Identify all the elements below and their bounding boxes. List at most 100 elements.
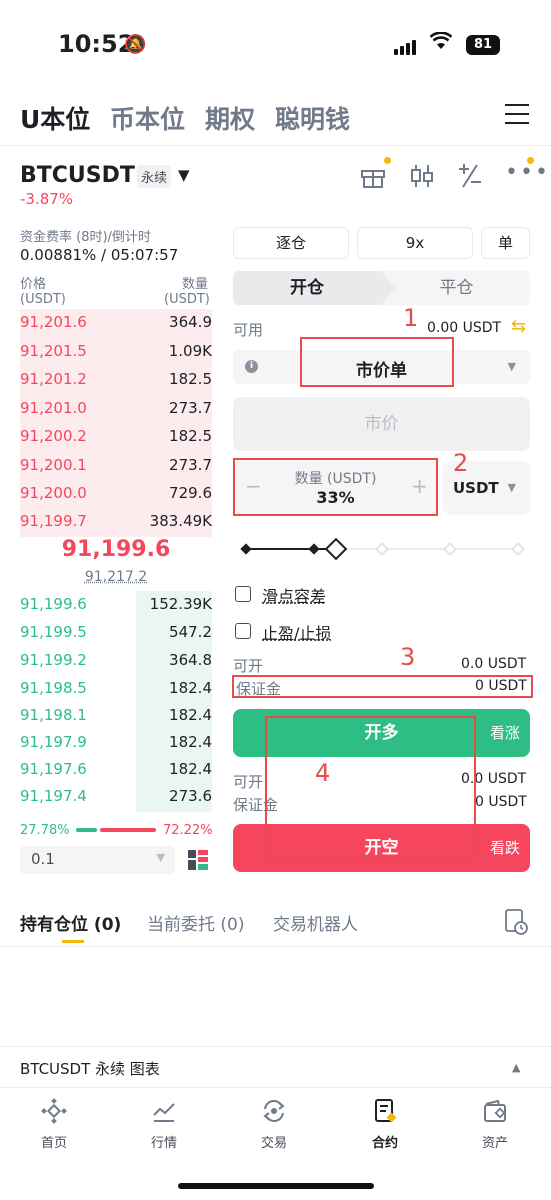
divider (0, 1087, 551, 1088)
depth-value: 0.1 (31, 850, 55, 868)
bell-muted-icon: 🔕 (124, 34, 147, 55)
tab-positions[interactable]: 持有仓位 (0) (20, 910, 121, 935)
ask-price: 91,200.2 (20, 427, 87, 445)
tab-coin-m[interactable]: 币本位 (110, 100, 185, 136)
calculator-icon[interactable] (457, 161, 483, 195)
short-margin-value: 0 USDT (475, 794, 527, 810)
tab-open[interactable]: 开仓 (233, 271, 381, 305)
tab-usdt-m[interactable]: U本位 (20, 100, 90, 136)
annotation-number-2: 2 (453, 449, 469, 477)
candlestick-icon[interactable] (410, 163, 434, 195)
price-change: -3.87% (20, 190, 74, 208)
funding-label: 资金费率 (8时)/倒计时 (20, 230, 151, 245)
tab-options[interactable]: 期权 (205, 100, 255, 136)
futures-icon (345, 1098, 425, 1128)
bid-price: 91,198.1 (20, 706, 87, 724)
ask-qty: 182.5 (169, 370, 212, 388)
bid-qty: 273.6 (169, 787, 212, 805)
nav-assets-label: 资产 (481, 1136, 508, 1151)
divider (0, 145, 551, 146)
tab-smart-money[interactable]: 聪明钱 (275, 100, 350, 136)
more-icon[interactable]: ••• (505, 160, 550, 185)
bid-price: 91,197.6 (20, 760, 87, 778)
ask-qty: 364.9 (169, 313, 212, 331)
ask-qty: 182.5 (169, 427, 212, 445)
gift-icon[interactable] (360, 163, 386, 195)
qty-unit: (USDT) (164, 292, 210, 307)
annotation-box-1 (300, 337, 454, 387)
chart-icon (124, 1098, 204, 1128)
caret-down-icon[interactable]: ▼ (178, 166, 190, 184)
chevron-down-icon: ▼ (156, 851, 165, 864)
ask-price: 91,201.2 (20, 370, 87, 388)
bid-price: 91,199.2 (20, 651, 87, 669)
ask-price: 91,201.0 (20, 399, 87, 417)
ask-price: 91,200.0 (20, 484, 87, 502)
notification-dot (527, 157, 534, 164)
chart-bar-label[interactable]: BTCUSDT 永续 图表 (20, 1058, 160, 1079)
bid-qty: 182.4 (169, 733, 212, 751)
annotation-box-3 (232, 675, 533, 698)
nav-home-label: 首页 (40, 1136, 67, 1151)
battery-icon: 81 (466, 35, 500, 55)
nav-trade[interactable]: 交易 (234, 1098, 314, 1151)
tab-open-orders[interactable]: 当前委托 (0) (147, 910, 244, 935)
short-max-open-label: 可开 (233, 773, 264, 791)
leverage-button[interactable]: 9x (357, 227, 473, 259)
nav-futures[interactable]: 合约 (345, 1098, 425, 1151)
transfer-icon[interactable]: ⇆ (511, 316, 526, 337)
status-time: 10:52 (58, 30, 135, 58)
bid-price: 91,199.6 (20, 595, 87, 613)
signal-icon (394, 36, 418, 55)
chevron-down-icon: ▼ (507, 360, 516, 373)
ask-qty: 273.7 (169, 399, 212, 417)
depth-select[interactable]: 0.1 ▼ (20, 846, 175, 874)
tab-close[interactable]: 平仓 (383, 271, 530, 305)
qty-header: 数量 (182, 277, 209, 292)
ask-qty: 383.49K (149, 512, 212, 530)
price-input[interactable]: 市价 (233, 397, 530, 451)
funding-value: 0.00881% / 05:07:57 (20, 246, 179, 264)
nav-assets[interactable]: 资产 (455, 1098, 535, 1151)
bid-price: 91,197.9 (20, 733, 87, 751)
available-label: 可用 (233, 321, 264, 339)
annotation-number-1: 1 (403, 304, 419, 332)
sell-ratio: 72.22% (163, 823, 213, 838)
position-mode-button[interactable]: 单 (481, 227, 530, 259)
ask-price: 91,201.5 (20, 342, 87, 360)
symbol-name[interactable]: BTCUSDT (20, 163, 135, 188)
bid-qty: 182.4 (169, 679, 212, 697)
wifi-icon (429, 31, 453, 55)
bid-price: 91,197.4 (20, 787, 87, 805)
bid-qty: 182.4 (169, 706, 212, 724)
chevron-up-icon[interactable]: ▲ (512, 1061, 520, 1074)
ask-price: 91,200.1 (20, 456, 87, 474)
home-icon (14, 1098, 94, 1128)
bid-qty: 364.8 (169, 651, 212, 669)
bid-qty: 182.4 (169, 760, 212, 778)
orderbook-layout-icon[interactable] (187, 849, 209, 875)
buy-ratio: 27.78% (20, 823, 70, 838)
annotation-number-3: 3 (400, 643, 416, 671)
nav-futures-label: 合约 (371, 1136, 398, 1151)
margin-mode-button[interactable]: 逐仓 (233, 227, 349, 259)
notification-dot (384, 157, 391, 164)
tpsl-checkbox[interactable] (235, 623, 251, 639)
menu-icon[interactable] (505, 104, 529, 131)
tab-trading-bots[interactable]: 交易机器人 (273, 910, 358, 935)
active-tab-indicator (62, 940, 84, 943)
quantity-slider[interactable] (240, 537, 526, 564)
nav-markets[interactable]: 行情 (124, 1098, 204, 1151)
order-history-icon[interactable] (505, 909, 529, 939)
buy-ratio-bar (76, 828, 97, 832)
nav-home[interactable]: 首页 (14, 1098, 94, 1151)
slippage-label: 滑点容差 (262, 587, 327, 606)
tpsl-label: 止盈/止损 (262, 624, 332, 643)
slippage-checkbox[interactable] (235, 586, 251, 602)
ask-price: 91,199.7 (20, 512, 87, 530)
bullish-label: 看涨 (489, 724, 520, 742)
last-price: 91,199.6 (61, 537, 171, 562)
nav-trade-label: 交易 (260, 1136, 287, 1151)
bid-price: 91,198.5 (20, 679, 87, 697)
bid-price: 91,199.5 (20, 623, 87, 641)
